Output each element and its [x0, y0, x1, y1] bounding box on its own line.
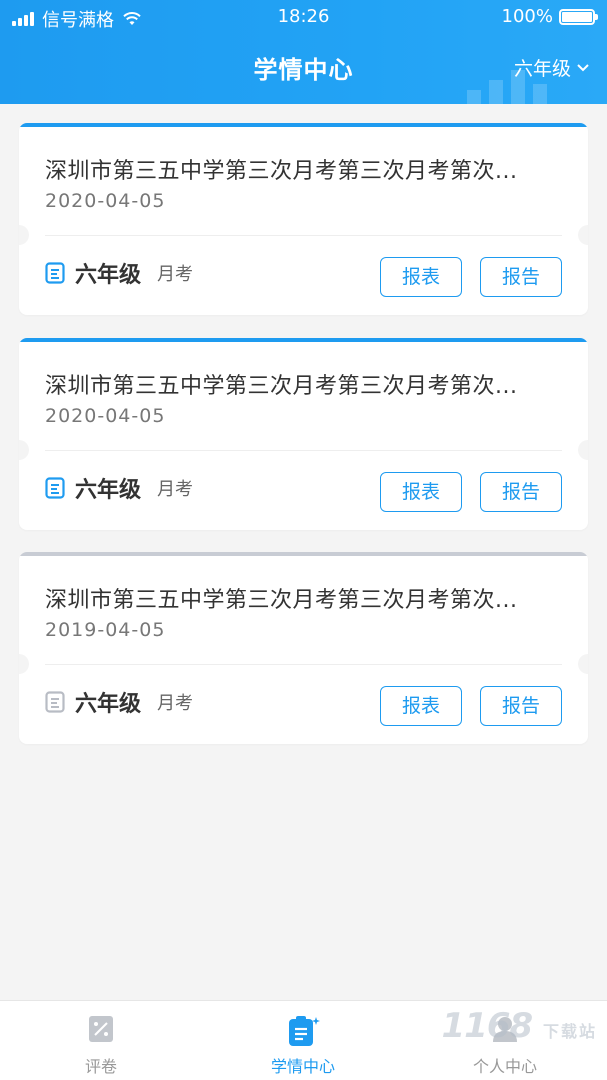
exam-card[interactable]: 深圳市第三五中学第三次月考第三次月考第次... 2019-04-05 六年级 月… [19, 552, 588, 744]
watermark-logo: 1168 下载站 [442, 1006, 598, 1046]
exam-grade: 六年级 [75, 692, 142, 717]
exam-date: 2019-04-05 [45, 619, 166, 641]
exam-date: 2020-04-05 [45, 405, 166, 427]
tab-grading[interactable]: 评卷 [0, 1001, 202, 1080]
exam-title: 深圳市第三五中学第三次月考第三次月考第次... [45, 159, 518, 184]
card-notch [19, 225, 29, 245]
watermark-subtext: 下载站 [542, 1022, 597, 1041]
battery-icon [559, 8, 598, 25]
card-notch [19, 654, 29, 674]
card-divider [45, 235, 562, 236]
exam-type: 月考 [157, 693, 194, 714]
report-button[interactable]: 报告 [480, 257, 562, 297]
card-accent-bar [19, 338, 588, 342]
report-button[interactable]: 报告 [480, 686, 562, 726]
tab-learning-center-label: 学情中心 [270, 1057, 335, 1076]
exam-card[interactable]: 深圳市第三五中学第三次月考第三次月考第次... 2020-04-05 六年级 月… [19, 123, 588, 315]
exam-title: 深圳市第三五中学第三次月考第三次月考第次... [45, 374, 518, 399]
card-notch [19, 440, 29, 460]
grade-selector[interactable]: 六年级 [514, 54, 589, 81]
exam-title: 深圳市第三五中学第三次月考第三次月考第次... [45, 588, 518, 613]
card-divider [45, 450, 562, 451]
exam-date: 2020-04-05 [45, 190, 166, 212]
card-accent-bar [19, 552, 588, 556]
grade-selector-label: 六年级 [513, 58, 571, 80]
tab-grading-label: 评卷 [84, 1057, 117, 1076]
document-icon [45, 691, 65, 713]
exam-type: 月考 [157, 479, 194, 500]
document-icon [45, 477, 65, 499]
card-notch [578, 225, 588, 245]
card-notch [578, 440, 588, 460]
status-bar: 信号满格 18:26 100% [0, 0, 607, 34]
report-table-button[interactable]: 报表 [380, 686, 462, 726]
watermark-text: 1168 [441, 1006, 534, 1046]
exam-grade: 六年级 [75, 263, 142, 288]
chevron-down-icon [577, 63, 589, 71]
document-icon [45, 262, 65, 284]
report-table-button[interactable]: 报表 [380, 472, 462, 512]
grading-icon [89, 1016, 113, 1042]
exam-grade: 六年级 [75, 478, 142, 503]
card-divider [45, 664, 562, 665]
exam-card[interactable]: 深圳市第三五中学第三次月考第三次月考第次... 2020-04-05 六年级 月… [19, 338, 588, 530]
report-table-button[interactable]: 报表 [380, 257, 462, 297]
battery-percent: 100% [501, 6, 553, 27]
exam-type: 月考 [157, 264, 194, 285]
clipboard-icon [289, 1016, 320, 1046]
card-accent-bar [19, 123, 588, 127]
app-header: 信号满格 18:26 100% 学情中心 六年级 [0, 0, 607, 104]
report-button[interactable]: 报告 [480, 472, 562, 512]
tab-learning-center[interactable]: 学情中心 [202, 1001, 404, 1080]
card-notch [578, 654, 588, 674]
tab-personal-center-label: 个人中心 [472, 1057, 537, 1076]
